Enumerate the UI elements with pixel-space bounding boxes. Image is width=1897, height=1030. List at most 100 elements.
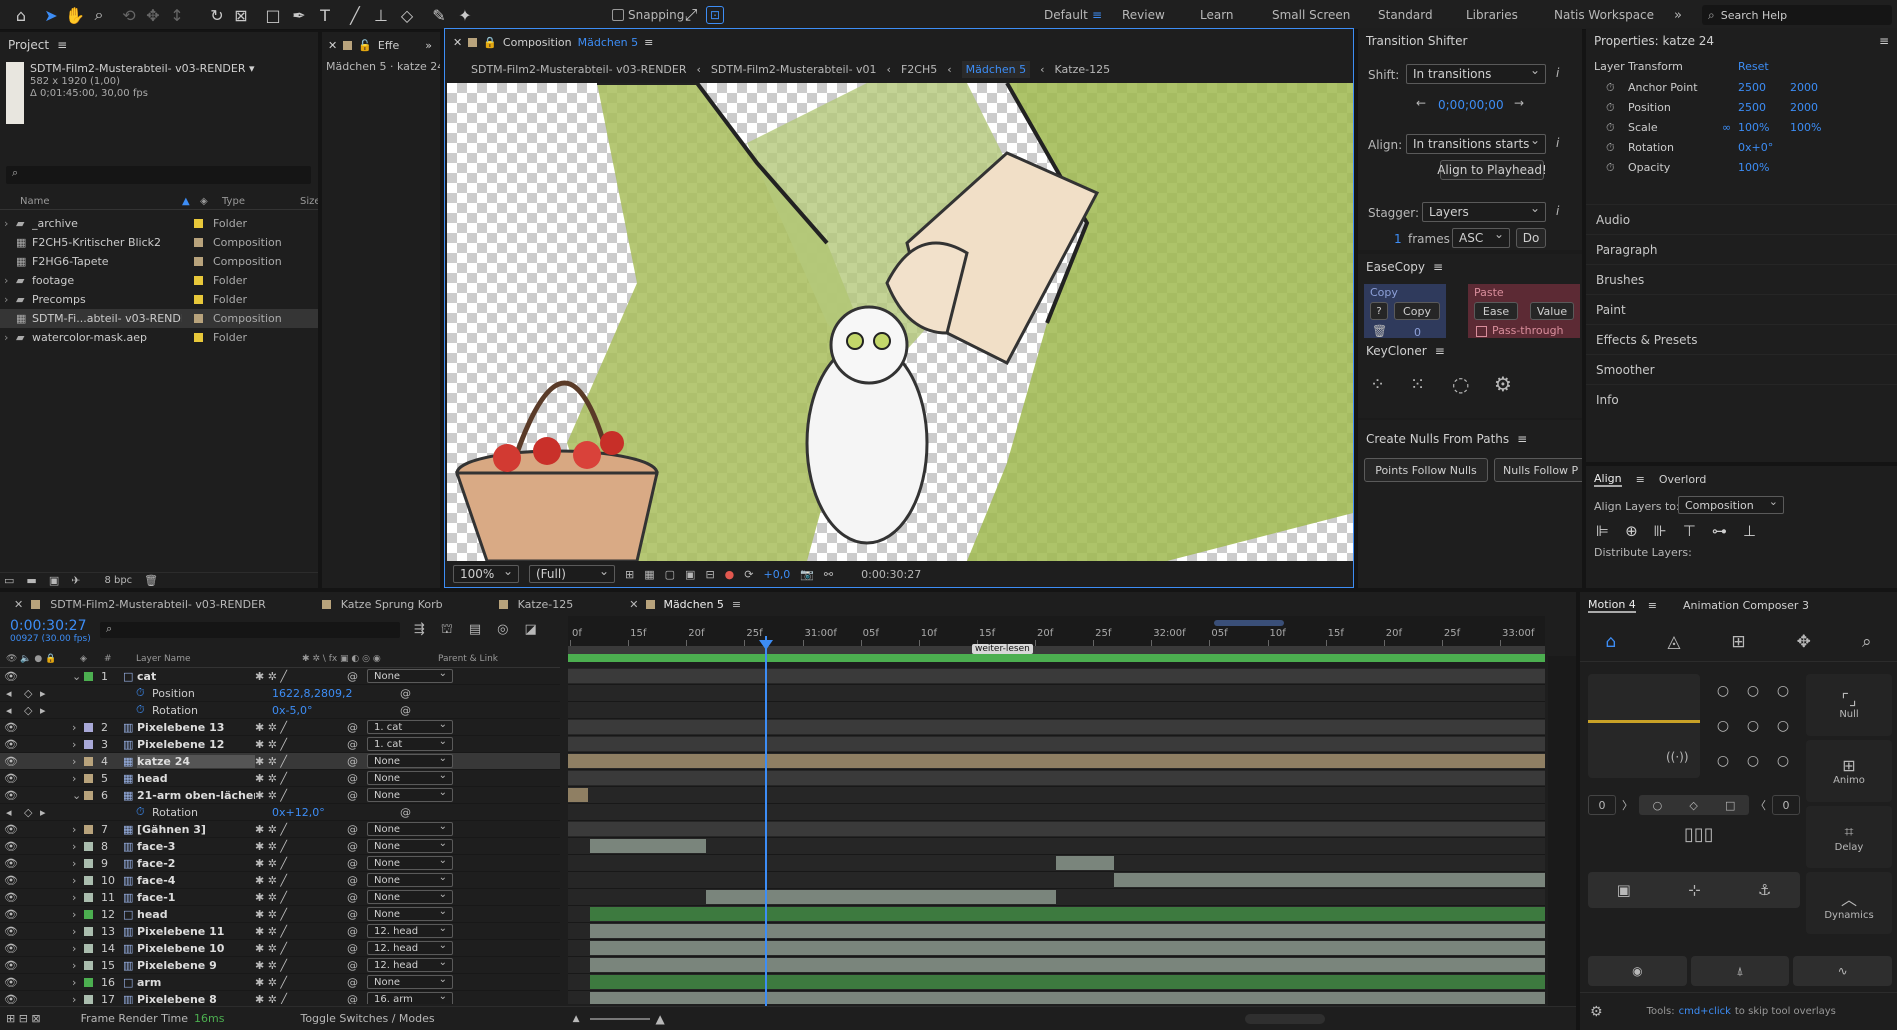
layer-row[interactable]: 👁 › 3 ▥ Pixelebene 12 ✱ ✲ ╱ @1. cat [0,736,560,753]
info-icon[interactable]: i [1556,136,1559,150]
timeline-tab[interactable]: Katze-125 [518,598,574,611]
parent-select[interactable]: 1. cat [367,736,453,751]
pickwhip-icon[interactable]: @ [347,721,367,734]
layer-duration-bar[interactable] [590,941,1545,955]
project-item[interactable]: › ▰ _archive Folder [0,214,318,233]
label-swatch[interactable] [84,671,93,681]
keyframe-next-icon[interactable]: ▸ [40,704,136,717]
playhead[interactable] [765,636,767,1006]
layer-name[interactable]: head [137,908,255,921]
collapsed-panel-effects-presets[interactable]: Effects & Presets [1586,324,1897,354]
trash-icon[interactable]: 🗑 [1372,324,1387,338]
align-bottom-icon[interactable]: ⊥ [1743,522,1756,540]
workspace-standard[interactable]: Standard [1378,8,1433,22]
do-button[interactable]: Do [1516,228,1546,248]
rotation-tool-icon[interactable]: ↻ [206,4,228,26]
label-swatch[interactable] [84,960,93,970]
expand-arrow-icon[interactable]: › [72,993,84,1005]
expand-arrow-icon[interactable]: › [72,908,84,921]
overlord-tab[interactable]: Overlord [1659,473,1707,486]
label-swatch[interactable] [84,943,93,953]
label-swatch[interactable] [84,892,93,902]
bpc-label[interactable]: 8 bpc [104,575,132,586]
sort-up-icon[interactable]: ▲ [182,196,190,207]
keyclone-copy-icon[interactable]: ⁘ [1370,374,1385,395]
align-select[interactable]: In transitions starts [1406,133,1546,154]
layer-duration-bar[interactable] [590,975,1545,989]
delay-tool[interactable]: ⌗ Delay [1806,806,1892,868]
color-management-icon[interactable]: ● [725,568,735,581]
search-icon[interactable]: ⌕ [1862,632,1872,652]
exposure-value[interactable]: +0,0 [763,568,790,581]
project-item[interactable]: ▦ SDTM-Fi...abteil- v03-RENDER Composition [0,309,318,328]
footer-toggle-icons[interactable]: ⊞ ⊟ ⊠ [6,1012,41,1025]
add-keyframe-icon[interactable]: ◇ [24,704,40,717]
parent-select[interactable]: None [367,974,453,989]
pin-icon[interactable]: ⍋ [1690,956,1790,986]
stopwatch-icon[interactable]: ⏱ [1606,141,1628,155]
dolly-tool-icon[interactable]: ↕ [166,4,188,26]
paste-value-button[interactable]: Value [1530,302,1574,320]
type-tool-icon[interactable]: T [314,4,336,26]
visibility-eye-icon[interactable]: 👁 [4,823,24,836]
layer-row[interactable]: 👁 › 14 ▥ Pixelebene 10 ✱ ✲ ╱ @12. head [0,940,560,957]
pickwhip-icon[interactable]: @ [400,687,411,700]
flowchart-icon[interactable]: ✈ [71,574,80,587]
track-row[interactable] [568,719,1545,736]
timeline-tab[interactable]: Katze Sprung Korb [341,598,443,611]
collapsed-panel-info[interactable]: Info [1586,384,1897,414]
parent-select[interactable]: None [367,821,453,836]
property-value-2[interactable]: 2000 [1790,101,1842,114]
stopwatch-icon[interactable]: ⏱ [136,703,152,717]
motion4-tab[interactable]: Motion 4 [1588,598,1636,613]
pickwhip-icon[interactable]: @ [347,772,367,785]
parent-select[interactable]: 16. arm [367,991,453,1004]
visibility-eye-icon[interactable]: 👁 [4,908,24,921]
label-swatch[interactable] [84,790,93,800]
keyframe-shapes[interactable]: ○ ◇ □ [1639,795,1749,815]
track-row[interactable] [568,906,1545,923]
visibility-eye-icon[interactable]: 👁 [4,755,24,768]
label-swatch[interactable] [84,722,93,732]
expand-arrow-icon[interactable]: › [72,976,84,989]
layer-duration-bar[interactable] [1056,856,1114,870]
layer-switches[interactable]: ✱ ✲ ╱ [255,738,347,751]
arrow-right-icon[interactable]: → [1514,96,1524,110]
track-row[interactable] [568,770,1545,787]
keyframe-nav-icon[interactable]: ◂ [6,806,24,819]
project-item[interactable]: › ▰ watercolor-mask.aep Folder [0,328,318,347]
track-row[interactable] [568,753,1545,770]
layer-switches[interactable]: ✱ ✲ ╱ [255,993,347,1005]
layer-name[interactable]: face-2 [137,857,255,870]
align-to-playhead-button[interactable]: Align to Playhead! [1437,160,1547,180]
workspace-libraries[interactable]: Libraries [1466,8,1518,22]
layer-name[interactable]: face-3 [137,840,255,853]
visibility-eye-icon[interactable]: 👁 [4,772,24,785]
anchor-point-icon[interactable]: ○ [1747,753,1759,769]
layer-row[interactable]: 👁 ⌄ 1 □ cat ✱ ✲ ╱ @ None [0,668,560,685]
points-follow-nulls-button[interactable]: Points Follow Nulls [1364,458,1488,482]
stopwatch-icon[interactable]: ⏱ [1606,121,1628,135]
track-row[interactable] [568,855,1545,872]
layer-switches[interactable]: ✱ ✲ ╱ [255,959,347,972]
expand-arrow-icon[interactable]: ⌄ [72,670,84,683]
layer-row[interactable]: 👁 ⌄ 6 ▦21-arm oben-lächerln✱ ✲ ╱@None [0,787,560,804]
track-row[interactable] [568,702,1545,719]
anchor-point-icon[interactable]: ○ [1747,683,1759,699]
panel-menu-icon[interactable]: ≡ [1879,34,1889,48]
parent-select[interactable]: 12. head [367,923,453,938]
pickwhip-icon[interactable]: @ [347,857,367,870]
col-size[interactable]: Size [300,196,318,207]
parent-select[interactable]: 12. head [367,957,453,972]
info-icon[interactable]: i [1556,66,1559,80]
search-help[interactable]: ⌕ Search Help [1702,5,1892,25]
align-hcenter-icon[interactable]: ⊕ [1625,522,1638,540]
toggle-switches-modes[interactable]: Toggle Switches / Modes [300,1012,434,1025]
layer-duration-bar[interactable] [590,839,706,853]
property-value-2[interactable]: 100% [1790,121,1842,134]
layer-switches[interactable]: ✱ ✲ ╱ [255,840,347,853]
snap-toggle-icon[interactable]: ⊡ [706,6,724,24]
collapsed-panel-brushes[interactable]: Brushes [1586,264,1897,294]
layer-row[interactable]: 👁 › 4 ▦ katze 24 ✱ ✲ ╱ @ None [0,753,560,770]
panel-menu-icon[interactable]: ≡ [1648,599,1657,612]
